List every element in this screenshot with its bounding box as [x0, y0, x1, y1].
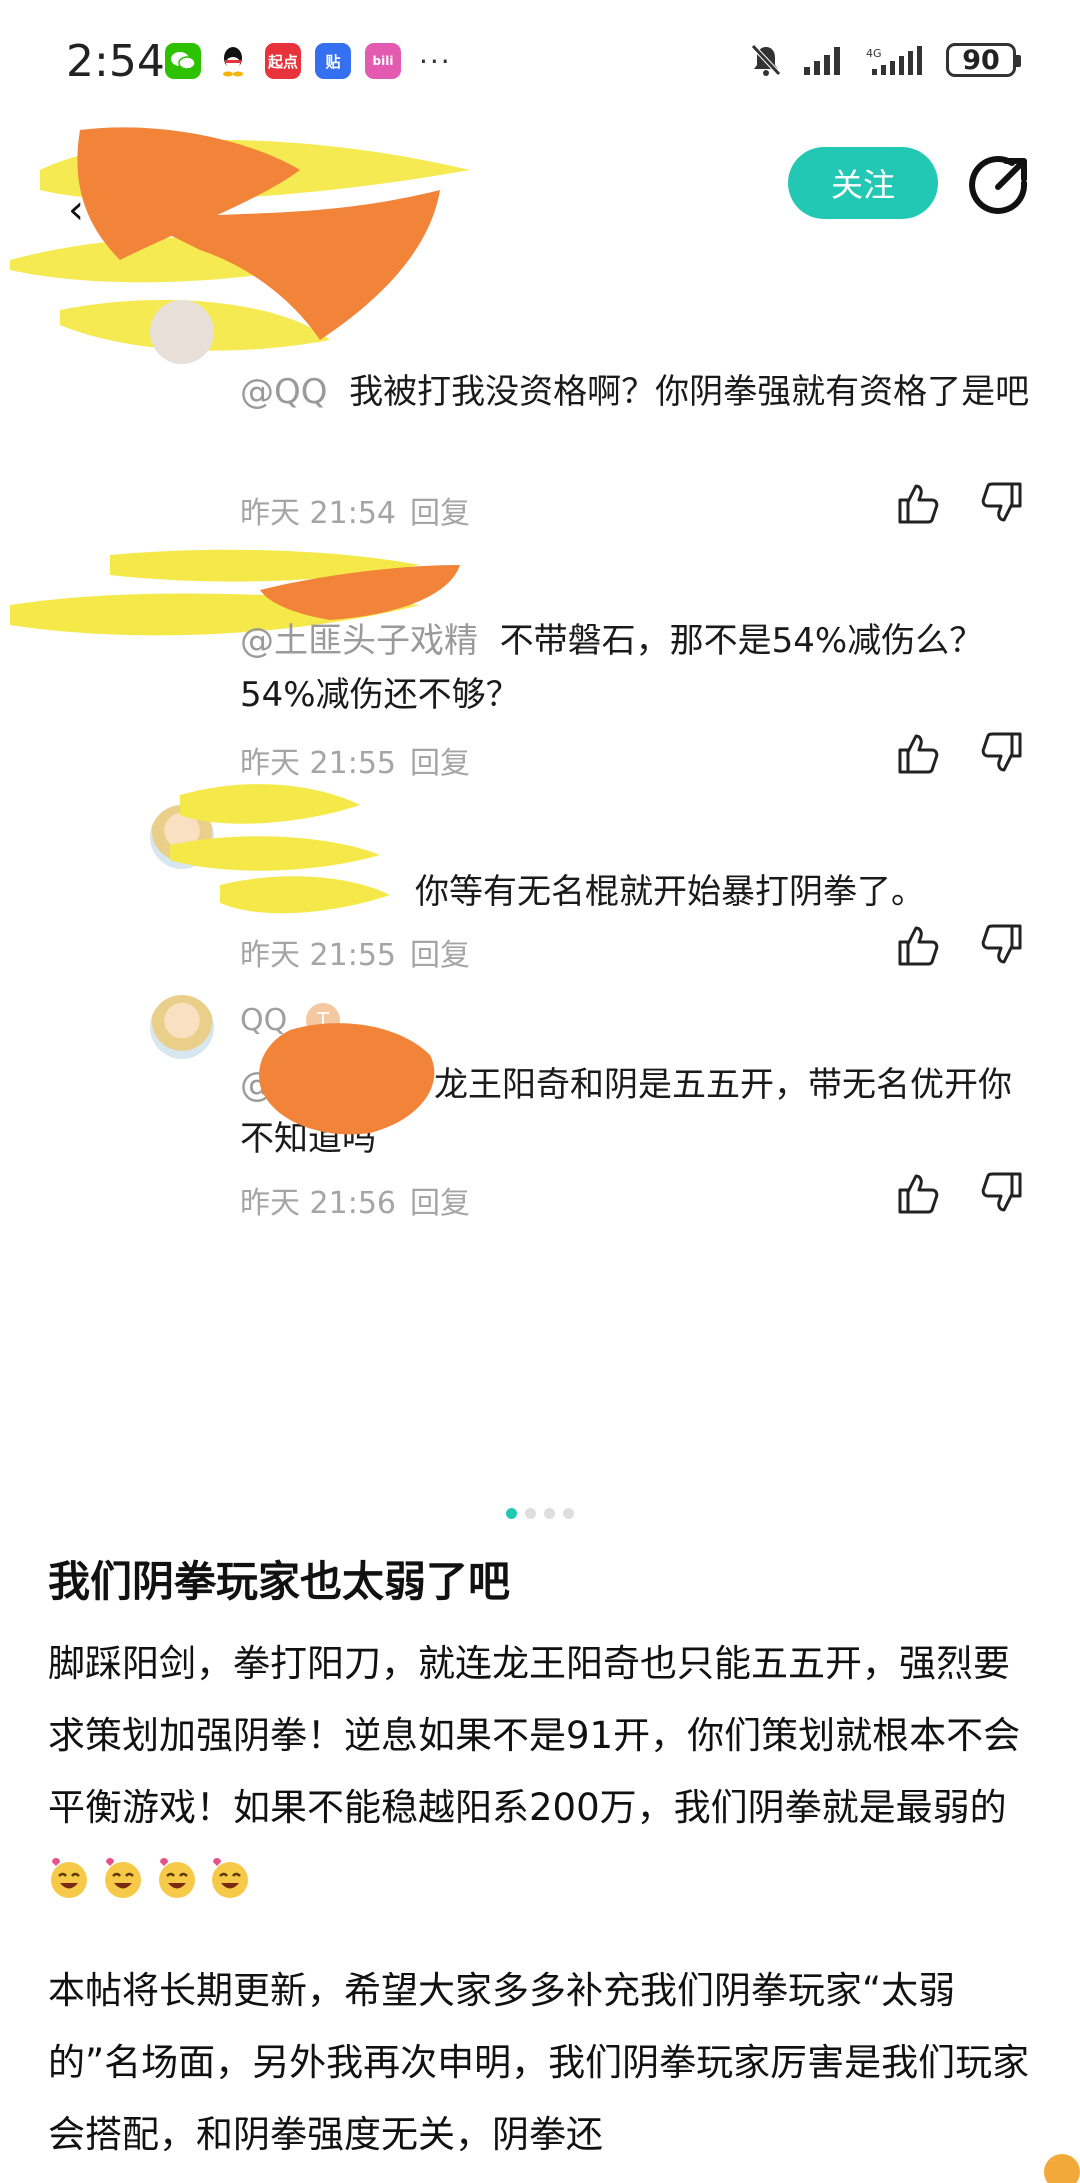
- battery-indicator: 90: [946, 43, 1021, 77]
- level-badge: T: [306, 1003, 340, 1037]
- comment-actions: [894, 1170, 1026, 1216]
- comment-1: @QQ 我被打我没资格啊？你阴拳强就有资格了是吧: [240, 365, 1030, 419]
- share-icon[interactable]: [968, 153, 1032, 217]
- pager-dot[interactable]: [525, 1508, 536, 1519]
- thumbs-down-icon[interactable]: [980, 730, 1026, 776]
- status-bar: 2:54 起点 贴 bili ··· 4G 90: [0, 0, 1080, 125]
- reply-button[interactable]: 回复: [410, 1186, 470, 1221]
- thumbs-up-icon[interactable]: [894, 730, 940, 776]
- reply-button[interactable]: 回复: [410, 938, 470, 973]
- comment-meta: 昨天 21:55 回复: [240, 738, 470, 782]
- wechat-icon: [165, 43, 201, 79]
- signal-2-icon: 4G: [866, 46, 922, 75]
- thumbs-up-icon[interactable]: [894, 480, 940, 526]
- avatar[interactable]: [150, 805, 214, 869]
- post-paragraph-text: 脚踩阳剑，拳打阳刀，就连龙王阳奇也只能五五开，强烈要求策划加强阴拳！逆息如果不是…: [48, 1642, 1021, 1829]
- comment-text: @ 龙王阳奇和阴是五五开，带无名优开你不知道吗: [240, 1058, 1030, 1166]
- notification-app-icons: 起点 贴 bili ···: [165, 43, 452, 79]
- post-paragraph-1: 脚踩阳剑，拳打阳刀，就连龙王阳奇也只能五五开，强烈要求策划加强阴拳！逆息如果不是…: [48, 1628, 1038, 1916]
- pager-dot[interactable]: [506, 1508, 517, 1519]
- thumbs-down-icon[interactable]: [980, 1170, 1026, 1216]
- blushing-emoji-icon: [104, 1858, 141, 1898]
- comment-2: @土匪头子戏精 不带磐石，那不是54%减伤么？54%减伤还不够？: [240, 614, 1030, 722]
- post-header: ‹ 关注: [0, 125, 1080, 255]
- status-right: 4G 90: [748, 42, 1021, 78]
- back-arrow-icon[interactable]: ‹: [68, 187, 84, 233]
- avatar[interactable]: [150, 300, 214, 364]
- comment-actions: [894, 730, 1026, 776]
- comment-4: @ 龙王阳奇和阴是五五开，带无名优开你不知道吗: [240, 1058, 1030, 1166]
- mute-bell-icon: [751, 44, 781, 76]
- comment-actions: [894, 922, 1026, 968]
- image-pager[interactable]: [0, 1508, 1080, 1519]
- comment-time: 昨天 21:54: [240, 496, 396, 531]
- reply-button[interactable]: 回复: [410, 496, 470, 531]
- comment-meta: 昨天 21:54 回复: [240, 488, 470, 532]
- comment-actions: [894, 480, 1026, 526]
- status-time: 2:54: [66, 36, 165, 87]
- blushing-emoji-icon: [158, 1858, 195, 1898]
- comment-mention[interactable]: @: [240, 1065, 274, 1105]
- comment-username[interactable]: QQ: [240, 1003, 287, 1038]
- comment-body: 你等有无名棍就开始暴打阴拳了。: [415, 872, 925, 912]
- comment-time: 昨天 21:56: [240, 1186, 396, 1221]
- blushing-emoji-icon: [51, 1858, 87, 1898]
- thumbs-down-icon[interactable]: [980, 922, 1026, 968]
- qidian-icon: 起点: [265, 43, 301, 79]
- thumbs-up-icon[interactable]: [894, 1170, 940, 1216]
- thumbs-down-icon[interactable]: [980, 480, 1026, 526]
- comment-meta: 昨天 21:56 回复: [240, 1178, 470, 1222]
- follow-button[interactable]: 关注: [788, 147, 938, 219]
- comment-meta: 昨天 21:55 回复: [240, 930, 470, 974]
- qq-icon: [215, 43, 251, 79]
- more-notifications-icon: ···: [419, 44, 452, 78]
- pager-dot[interactable]: [563, 1508, 574, 1519]
- comment-mention[interactable]: @QQ: [240, 372, 328, 412]
- comment-mention[interactable]: @土匪头子戏精: [240, 621, 478, 661]
- comment-body: 龙王阳奇和阴是五五开，带无名优开你不知道吗: [240, 1065, 1012, 1159]
- floating-emoji-icon: [1044, 2154, 1080, 2183]
- tieba-icon: 贴: [315, 43, 351, 79]
- comment-3: 你等有无名棍就开始暴打阴拳了。: [415, 865, 1035, 919]
- bilibili-icon: bili: [365, 43, 401, 79]
- pager-dot[interactable]: [544, 1508, 555, 1519]
- comment-body: 我被打我没资格啊？你阴拳强就有资格了是吧: [349, 372, 1030, 412]
- comment-text: @QQ 我被打我没资格啊？你阴拳强就有资格了是吧: [240, 365, 1030, 419]
- avatar[interactable]: [150, 995, 214, 1059]
- laughing-emoji-group: [48, 1858, 251, 1901]
- svg-text:4G: 4G: [866, 47, 882, 60]
- signal-icon: [804, 47, 840, 75]
- comment-text: @土匪头子戏精 不带磐石，那不是54%减伤么？54%减伤还不够？: [240, 614, 1030, 722]
- reply-button[interactable]: 回复: [410, 746, 470, 781]
- comment-time: 昨天 21:55: [240, 746, 396, 781]
- post-title: 我们阴拳玩家也太弱了吧: [48, 1557, 511, 1606]
- comment-time: 昨天 21:55: [240, 938, 396, 973]
- post-paragraph-2: 本帖将长期更新，希望大家多多补充我们阴拳玩家“太弱的”名场面，另外我再次申明，我…: [48, 1969, 1030, 2156]
- thumbs-up-icon[interactable]: [894, 922, 940, 968]
- blushing-emoji-icon: [212, 1858, 249, 1898]
